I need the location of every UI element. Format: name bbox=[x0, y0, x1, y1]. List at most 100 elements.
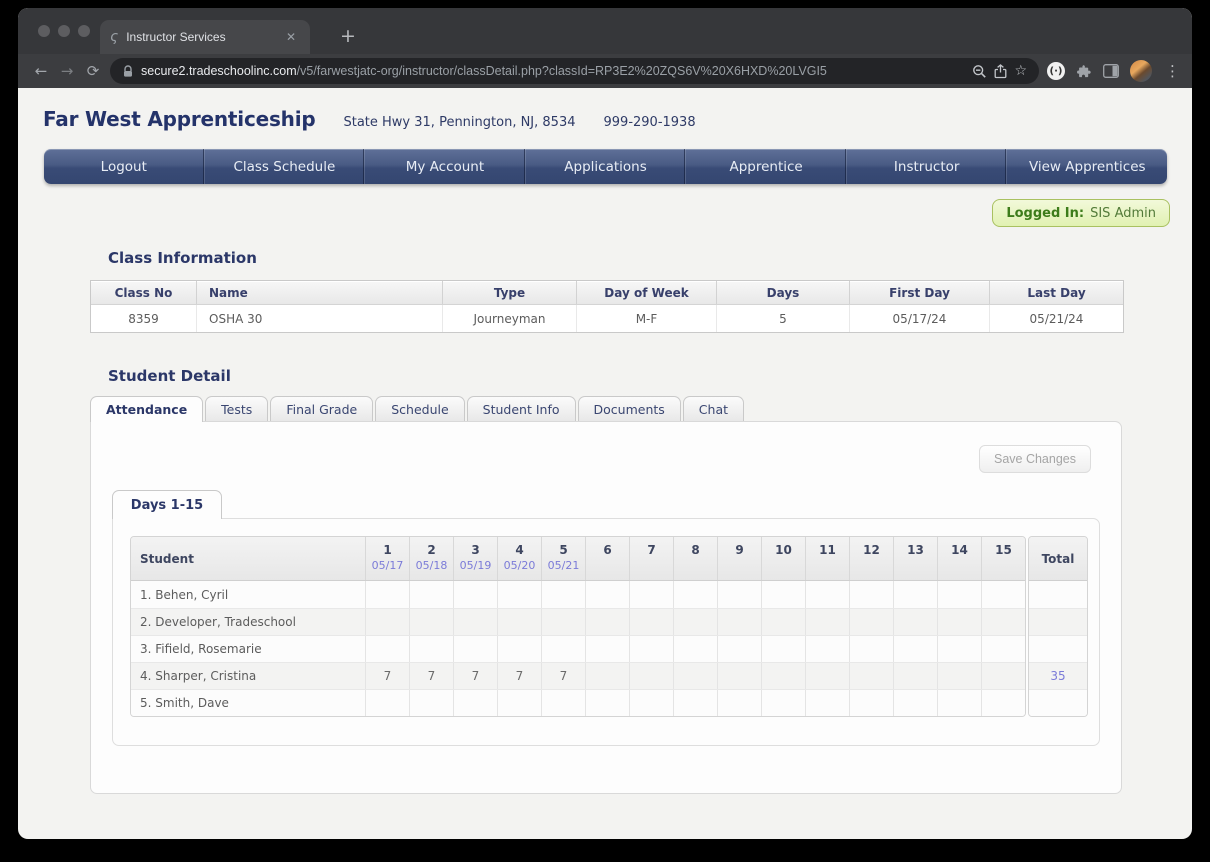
attendance-cell[interactable] bbox=[805, 609, 849, 635]
attendance-cell[interactable] bbox=[629, 609, 673, 635]
attendance-cell[interactable] bbox=[409, 609, 453, 635]
attendance-cell[interactable] bbox=[937, 581, 981, 608]
attendance-cell[interactable] bbox=[365, 636, 409, 662]
attendance-cell[interactable] bbox=[453, 609, 497, 635]
tab-attendance[interactable]: Attendance bbox=[90, 396, 203, 422]
side-panel-icon[interactable] bbox=[1103, 64, 1119, 78]
attendance-cell[interactable]: 7 bbox=[409, 663, 453, 689]
back-icon[interactable]: ← bbox=[28, 62, 54, 80]
bookmark-star-icon[interactable]: ☆ bbox=[1014, 63, 1027, 79]
attendance-cell[interactable] bbox=[981, 690, 1025, 716]
zoom-out-icon[interactable] bbox=[972, 64, 987, 79]
tab-tests[interactable]: Tests bbox=[205, 396, 268, 421]
attendance-cell[interactable] bbox=[453, 581, 497, 608]
attendance-cell[interactable] bbox=[937, 609, 981, 635]
nav-item-logout[interactable]: Logout bbox=[44, 149, 204, 184]
address-bar[interactable]: secure2.tradeschoolinc.com/v5/farwestjat… bbox=[110, 58, 1039, 84]
attendance-cell[interactable] bbox=[453, 636, 497, 662]
nav-item-apprentice[interactable]: Apprentice bbox=[685, 149, 846, 184]
attendance-cell[interactable] bbox=[937, 636, 981, 662]
attendance-cell[interactable] bbox=[717, 609, 761, 635]
attendance-cell[interactable] bbox=[629, 581, 673, 608]
attendance-cell[interactable] bbox=[849, 690, 893, 716]
attendance-cell[interactable] bbox=[585, 663, 629, 689]
attendance-cell[interactable] bbox=[585, 636, 629, 662]
attendance-cell[interactable] bbox=[893, 690, 937, 716]
attendance-cell[interactable] bbox=[893, 636, 937, 662]
attendance-cell[interactable] bbox=[409, 581, 453, 608]
tab-chat[interactable]: Chat bbox=[683, 396, 744, 421]
attendance-cell[interactable] bbox=[761, 609, 805, 635]
attendance-cell[interactable] bbox=[717, 663, 761, 689]
reload-icon[interactable]: ⟳ bbox=[80, 62, 106, 80]
attendance-cell[interactable] bbox=[673, 609, 717, 635]
day-date-link[interactable]: 05/21 bbox=[542, 558, 585, 574]
save-changes-button[interactable]: Save Changes bbox=[979, 445, 1091, 473]
attendance-cell[interactable]: 7 bbox=[365, 663, 409, 689]
attendance-cell[interactable] bbox=[541, 690, 585, 716]
nav-item-class-schedule[interactable]: Class Schedule bbox=[204, 149, 365, 184]
day-date-link[interactable]: 05/19 bbox=[454, 558, 497, 574]
attendance-cell[interactable] bbox=[717, 636, 761, 662]
days-range-tab[interactable]: Days 1-15 bbox=[112, 490, 222, 519]
attendance-cell[interactable] bbox=[849, 581, 893, 608]
attendance-cell[interactable]: 7 bbox=[541, 663, 585, 689]
maximize-window-button[interactable] bbox=[78, 25, 90, 37]
attendance-cell[interactable] bbox=[453, 690, 497, 716]
attendance-cell[interactable] bbox=[585, 609, 629, 635]
attendance-cell[interactable] bbox=[761, 636, 805, 662]
forward-icon[interactable]: → bbox=[54, 62, 80, 80]
attendance-cell[interactable] bbox=[893, 663, 937, 689]
attendance-cell[interactable] bbox=[981, 636, 1025, 662]
attendance-cell[interactable] bbox=[981, 609, 1025, 635]
day-date-link[interactable]: 05/17 bbox=[366, 558, 409, 574]
attendance-cell[interactable] bbox=[629, 690, 673, 716]
attendance-cell[interactable] bbox=[541, 581, 585, 608]
extension-badge-icon[interactable]: (·) bbox=[1047, 62, 1065, 80]
attendance-cell[interactable] bbox=[409, 690, 453, 716]
attendance-cell[interactable] bbox=[497, 690, 541, 716]
attendance-cell[interactable] bbox=[497, 636, 541, 662]
browser-menu-icon[interactable]: ⋮ bbox=[1163, 62, 1182, 80]
tab-student-info[interactable]: Student Info bbox=[467, 396, 576, 421]
attendance-cell[interactable] bbox=[805, 581, 849, 608]
extensions-puzzle-icon[interactable] bbox=[1076, 63, 1092, 79]
attendance-cell[interactable] bbox=[365, 690, 409, 716]
attendance-cell[interactable] bbox=[585, 690, 629, 716]
attendance-cell[interactable] bbox=[629, 663, 673, 689]
attendance-cell[interactable]: 7 bbox=[453, 663, 497, 689]
new-tab-button[interactable]: + bbox=[334, 22, 362, 50]
attendance-cell[interactable] bbox=[981, 581, 1025, 608]
attendance-cell[interactable] bbox=[849, 609, 893, 635]
attendance-cell[interactable] bbox=[409, 636, 453, 662]
attendance-cell[interactable] bbox=[761, 690, 805, 716]
attendance-cell[interactable] bbox=[937, 663, 981, 689]
tab-close-icon[interactable]: ✕ bbox=[282, 28, 300, 46]
attendance-cell[interactable] bbox=[937, 690, 981, 716]
attendance-cell[interactable] bbox=[673, 581, 717, 608]
attendance-cell[interactable] bbox=[805, 690, 849, 716]
nav-item-applications[interactable]: Applications bbox=[525, 149, 686, 184]
attendance-cell[interactable] bbox=[497, 581, 541, 608]
attendance-cell[interactable] bbox=[849, 663, 893, 689]
day-date-link[interactable]: 05/18 bbox=[410, 558, 453, 574]
attendance-cell[interactable] bbox=[981, 663, 1025, 689]
attendance-cell[interactable] bbox=[805, 636, 849, 662]
browser-tab[interactable]: ς Instructor Services ✕ bbox=[100, 20, 310, 54]
nav-item-view-apprentices[interactable]: View Apprentices bbox=[1006, 149, 1167, 184]
day-date-link[interactable]: 05/20 bbox=[498, 558, 541, 574]
attendance-cell[interactable] bbox=[761, 581, 805, 608]
nav-item-instructor[interactable]: Instructor bbox=[846, 149, 1007, 184]
share-icon[interactable] bbox=[994, 64, 1007, 79]
attendance-cell[interactable] bbox=[673, 636, 717, 662]
attendance-cell[interactable] bbox=[673, 690, 717, 716]
attendance-cell[interactable] bbox=[541, 609, 585, 635]
attendance-cell[interactable] bbox=[717, 690, 761, 716]
attendance-cell[interactable] bbox=[805, 663, 849, 689]
nav-item-my-account[interactable]: My Account bbox=[364, 149, 525, 184]
minimize-window-button[interactable] bbox=[58, 25, 70, 37]
profile-avatar[interactable] bbox=[1130, 60, 1152, 82]
attendance-cell[interactable] bbox=[365, 581, 409, 608]
attendance-cell[interactable] bbox=[673, 663, 717, 689]
attendance-cell[interactable] bbox=[849, 636, 893, 662]
